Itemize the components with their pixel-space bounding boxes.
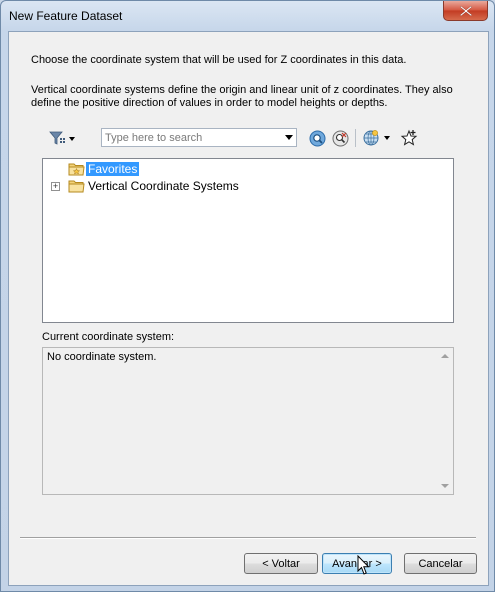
clear-search-button[interactable] [330, 127, 350, 149]
search-input[interactable] [105, 130, 275, 145]
details-scrollbar[interactable] [437, 348, 453, 494]
globe-icon [363, 130, 390, 146]
toolbar-separator [355, 129, 356, 147]
current-system-label: Current coordinate system: [42, 331, 175, 343]
search-button[interactable] [307, 127, 327, 149]
footer-divider [20, 537, 476, 538]
close-button[interactable] [443, 1, 488, 21]
title-bar[interactable]: New Feature Dataset [1, 1, 494, 31]
search-icon [309, 130, 325, 146]
instruction-text: Choose the coordinate system that will b… [31, 54, 407, 66]
mouse-cursor-icon [357, 555, 370, 575]
toolbar [45, 127, 465, 149]
tree-item-label: Vertical Coordinate Systems [88, 179, 239, 193]
tree-item-label: Favorites [84, 161, 141, 177]
add-favorite-icon [400, 129, 418, 146]
folder-icon [68, 179, 85, 196]
close-icon [459, 5, 472, 16]
filter-dropdown-button[interactable] [45, 127, 79, 149]
coordinate-system-tree[interactable]: Favorites + Vertical Coordinate Systems [42, 158, 454, 323]
window-title: New Feature Dataset [9, 9, 123, 23]
description-line-1: Vertical coordinate systems define the o… [31, 84, 453, 96]
favorites-folder-icon [68, 162, 85, 179]
search-dropdown-arrow[interactable] [285, 135, 293, 140]
description-line-2: define the positive direction of values … [31, 97, 388, 109]
tree-item-favorites[interactable]: Favorites [43, 161, 453, 178]
scroll-up-icon[interactable] [441, 354, 449, 358]
dialog-content: Choose the coordinate system that will b… [8, 31, 489, 586]
cancel-button[interactable]: Cancelar [404, 553, 477, 574]
search-box[interactable] [101, 128, 297, 147]
expand-toggle[interactable]: + [51, 182, 60, 191]
add-favorite-button[interactable] [399, 127, 419, 149]
clear-search-icon [332, 130, 348, 146]
filter-icon [49, 131, 75, 145]
tree-item-vertical-coordinate-systems[interactable]: + Vertical Coordinate Systems [43, 178, 453, 195]
current-system-value: No coordinate system. [47, 351, 157, 363]
dialog-window: New Feature Dataset Choose the coordinat… [0, 0, 495, 592]
globe-dropdown-button[interactable] [361, 127, 395, 149]
current-system-details: No coordinate system. [42, 347, 454, 495]
back-button[interactable]: < Voltar [244, 553, 318, 574]
scroll-down-icon[interactable] [441, 484, 449, 488]
